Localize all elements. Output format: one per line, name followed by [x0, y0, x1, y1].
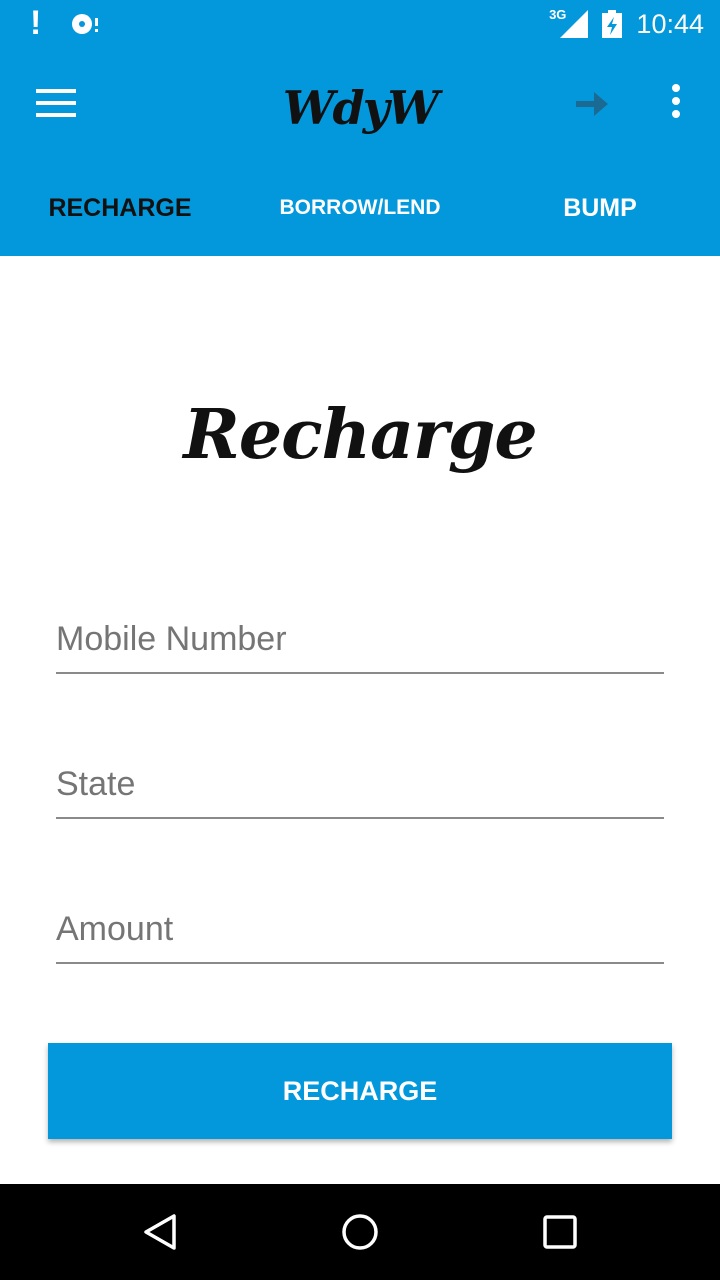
app-logo: WdyW — [282, 81, 439, 135]
navigation-bar — [0, 1184, 720, 1280]
amount-field — [56, 902, 664, 964]
page-title: Recharge — [183, 395, 537, 475]
app-bar: WdyW — [0, 48, 720, 160]
tab-borrow-lend[interactable]: BORROW/LEND — [240, 160, 480, 256]
disc-icon — [72, 14, 98, 34]
tab-bump[interactable]: BUMP — [480, 160, 720, 256]
status-bar: ! 3G 10:44 — [0, 0, 720, 48]
recharge-button[interactable]: RECHARGE — [48, 1043, 672, 1139]
arrow-right-icon[interactable] — [574, 86, 610, 122]
tab-bar: RECHARGE BORROW/LEND BUMP — [0, 160, 720, 256]
tab-recharge[interactable]: RECHARGE — [0, 160, 240, 256]
menu-icon[interactable] — [36, 89, 76, 119]
network-type: 3G — [549, 6, 567, 22]
mobile-number-input[interactable] — [56, 612, 664, 672]
amount-input[interactable] — [56, 902, 664, 962]
state-input[interactable] — [56, 757, 664, 817]
battery-icon — [602, 10, 623, 38]
more-vert-icon[interactable] — [668, 84, 684, 124]
home-icon[interactable] — [340, 1212, 380, 1252]
clock: 10:44 — [636, 8, 704, 39]
mobile-number-field — [56, 612, 664, 674]
state-field — [56, 757, 664, 819]
back-icon[interactable] — [140, 1212, 180, 1252]
recents-icon[interactable] — [540, 1212, 580, 1252]
alert-icon: ! — [30, 4, 42, 42]
